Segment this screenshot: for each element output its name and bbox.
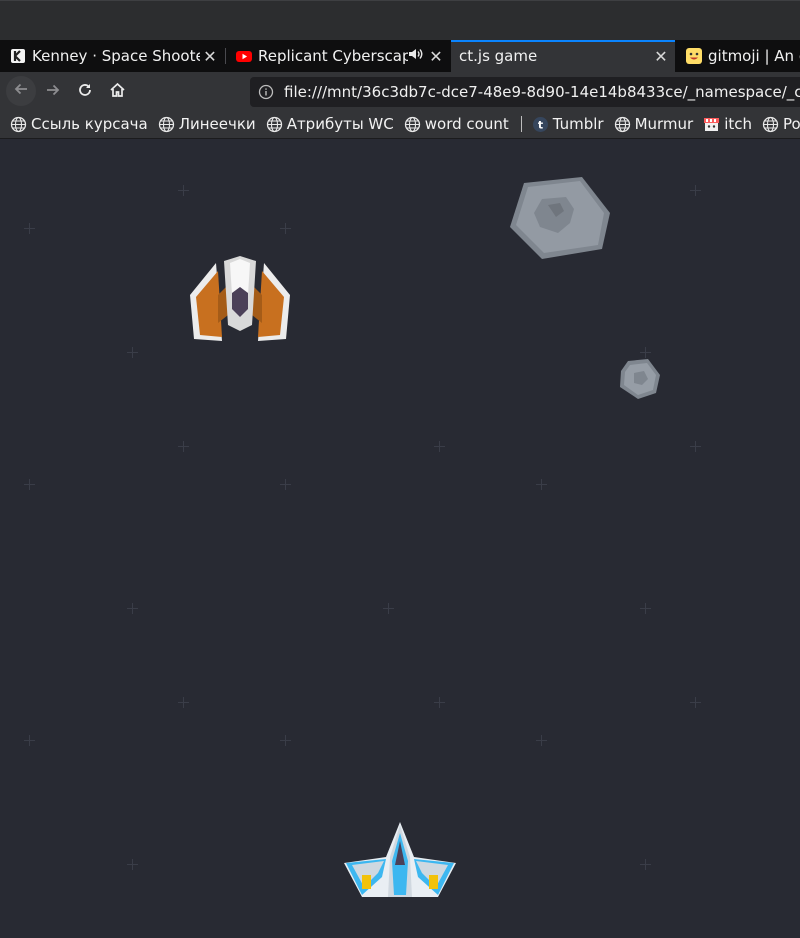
forward-button[interactable] [39, 78, 67, 106]
bookmark-item[interactable]: Murmur [614, 115, 694, 133]
bookmark-label: itch [724, 115, 753, 133]
star-decoration [24, 479, 35, 490]
arrow-right-icon [45, 82, 61, 102]
bookmark-item[interactable]: Атрибуты WC [266, 115, 394, 133]
reload-icon [77, 82, 93, 102]
player-ship [344, 822, 456, 897]
tab-strip: Kenney · Space Shooter ✕ Replicant Cyber… [0, 40, 800, 72]
back-button[interactable] [6, 76, 36, 106]
tab-title: ct.js game [459, 47, 538, 65]
info-icon[interactable] [258, 84, 274, 100]
close-icon[interactable]: ✕ [651, 47, 671, 66]
url-bar[interactable]: file:///mnt/36c3db7c-dce7-48e9-8d90-14e1… [250, 77, 800, 107]
home-icon [109, 82, 126, 102]
star-decoration [280, 223, 291, 234]
bookmark-item[interactable]: t Tumblr [532, 115, 604, 133]
bookmark-label: Атрибуты WC [286, 115, 394, 133]
bookmark-item[interactable]: Poly [762, 115, 800, 133]
asteroid-small [620, 359, 660, 399]
tab-replicant[interactable]: Replicant Cyberscape ✕ [226, 40, 450, 72]
bookmark-label: Poly [783, 115, 800, 133]
bookmark-item[interactable]: Линеечки [158, 115, 256, 133]
tab-title: Replicant Cyberscape [258, 47, 408, 65]
globe-icon [10, 116, 27, 133]
close-icon[interactable]: ✕ [200, 47, 220, 66]
bookmarks-toolbar: Ссыль курсача Линеечки Атрибуты WC word … [0, 110, 800, 139]
youtube-icon [236, 48, 252, 64]
star-decoration [178, 697, 189, 708]
star-decoration [690, 441, 701, 452]
window-titlebar [0, 0, 800, 40]
svg-text:t: t [538, 118, 543, 131]
star-decoration [383, 603, 394, 614]
star-decoration [178, 441, 189, 452]
star-decoration [536, 479, 547, 490]
star-decoration [536, 735, 547, 746]
bookmark-separator [520, 116, 522, 132]
speaker-icon[interactable] [408, 47, 424, 65]
bookmark-label: word count [424, 115, 509, 133]
star-decoration [434, 441, 445, 452]
close-icon[interactable]: ✕ [426, 47, 446, 66]
bookmark-label: Murmur [634, 115, 694, 133]
enemy-ship [190, 256, 290, 341]
star-decoration [280, 735, 291, 746]
star-decoration [690, 697, 701, 708]
star-decoration [690, 185, 701, 196]
star-decoration [280, 479, 291, 490]
arrow-left-icon [13, 81, 29, 101]
tab-gitmoji[interactable]: gitmoji | An emoji guide [676, 40, 800, 72]
bookmark-label: Линеечки [178, 115, 256, 133]
home-button[interactable] [103, 78, 131, 106]
gitmoji-icon [686, 48, 702, 64]
star-decoration [24, 735, 35, 746]
navigation-bar: file:///mnt/36c3db7c-dce7-48e9-8d90-14e1… [0, 72, 800, 110]
globe-icon [266, 116, 283, 133]
tab-title: Kenney · Space Shooter [32, 47, 200, 65]
url-text: file:///mnt/36c3db7c-dce7-48e9-8d90-14e1… [284, 83, 800, 101]
game-canvas[interactable] [0, 139, 800, 938]
star-decoration [127, 859, 138, 870]
globe-icon [158, 116, 175, 133]
bookmark-label: Ссыль курсача [31, 115, 148, 133]
star-decoration [640, 603, 651, 614]
tumblr-icon: t [532, 116, 549, 133]
tab-title: gitmoji | An emoji guide [708, 47, 800, 65]
tab-ctjs-game[interactable]: ct.js game ✕ [451, 40, 675, 72]
globe-icon [762, 116, 779, 133]
kenney-icon [10, 48, 26, 64]
star-decoration [127, 347, 138, 358]
reload-button[interactable] [71, 78, 99, 106]
star-decoration [127, 603, 138, 614]
bookmark-label: Tumblr [552, 115, 604, 133]
star-decoration [178, 185, 189, 196]
star-decoration [434, 697, 445, 708]
globe-icon [404, 116, 421, 133]
bookmark-item[interactable]: Ссыль курсача [10, 115, 148, 133]
tab-kenney[interactable]: Kenney · Space Shooter ✕ [0, 40, 224, 72]
globe-icon [614, 116, 631, 133]
asteroid-big [510, 177, 610, 259]
star-decoration [24, 223, 35, 234]
itch-icon [703, 116, 720, 133]
star-decoration [640, 859, 651, 870]
bookmark-item[interactable]: itch [703, 115, 752, 133]
bookmark-item[interactable]: word count [404, 115, 509, 133]
